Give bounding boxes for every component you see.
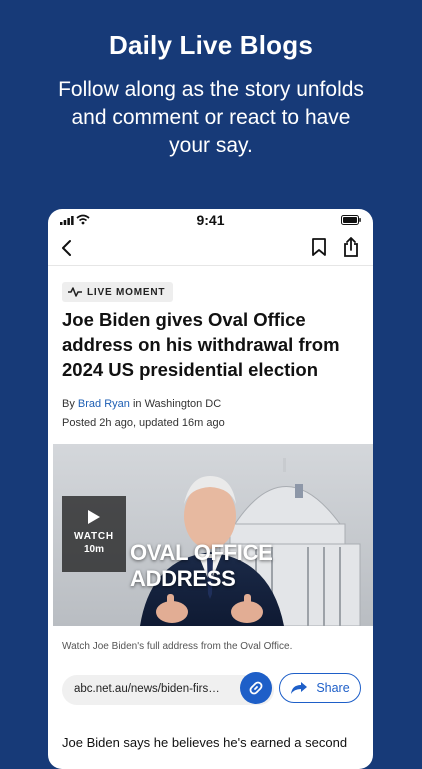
- byline: By Brad Ryan in Washington DC: [62, 398, 221, 410]
- author-link[interactable]: Brad Ryan: [78, 398, 130, 410]
- posted-timestamp: Posted 2h ago, updated 16m ago: [62, 417, 225, 429]
- live-moment-badge: LIVE MOMENT: [62, 282, 174, 302]
- pulse-icon: [68, 287, 82, 297]
- article-body: Joe Biden says he believes he's earned a…: [62, 735, 348, 750]
- copy-link-button[interactable]: [240, 672, 272, 704]
- status-bar: 9:41: [48, 209, 373, 231]
- phone-screen: 9:41 LIVE MOMENT Joe Biden gives Oval Of…: [48, 209, 373, 769]
- chevron-left-icon[interactable]: [60, 239, 74, 257]
- byline-prefix: By: [62, 398, 75, 410]
- share-icon[interactable]: [343, 236, 359, 258]
- battery-icon: [341, 215, 361, 225]
- promo-subtitle: Follow along as the story unfolds and co…: [58, 78, 364, 157]
- share-url-text: abc.net.au/news/biden-firs…: [74, 683, 220, 695]
- video-caption: Watch Joe Biden's full address from the …: [62, 641, 293, 652]
- watch-button[interactable]: WATCH 10m: [62, 496, 126, 572]
- play-icon: [88, 510, 100, 524]
- bookmark-icon[interactable]: [311, 237, 327, 257]
- video-player[interactable]: OVAL OFFICE ADDRESS WATCH 10m: [50, 444, 373, 626]
- article-headline: Joe Biden gives Oval Office address on h…: [62, 309, 340, 380]
- share-label: Share: [316, 681, 350, 695]
- share-arrow-icon: [291, 682, 308, 694]
- share-button[interactable]: Share: [279, 673, 361, 703]
- video-overlay-title: OVAL OFFICE ADDRESS: [130, 540, 273, 591]
- link-icon: [249, 681, 263, 695]
- byline-location: in Washington DC: [132, 398, 222, 410]
- live-badge-label: LIVE MOMENT: [87, 286, 166, 298]
- watch-label: WATCH: [74, 531, 114, 542]
- nav-bar: [48, 231, 373, 266]
- status-time: 9:41: [196, 212, 225, 228]
- video-duration: 10m: [83, 544, 104, 555]
- promo-title: Daily Live Blogs: [108, 30, 314, 60]
